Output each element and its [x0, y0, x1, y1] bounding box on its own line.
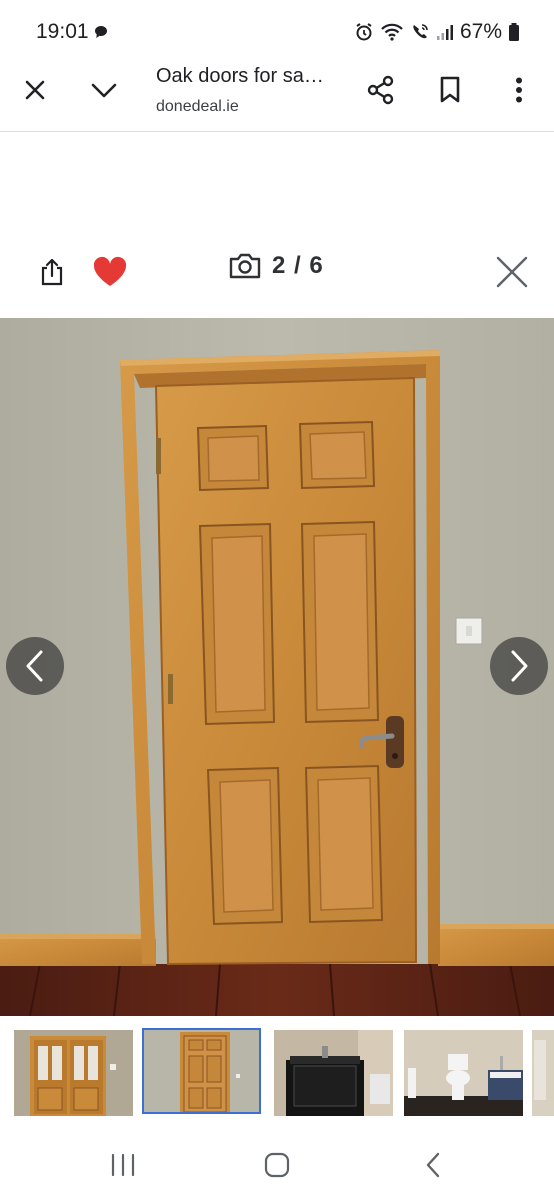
chevron-right-icon	[511, 650, 528, 682]
home-button[interactable]	[257, 1148, 297, 1182]
signal-icon	[436, 23, 454, 41]
thumb-oak-door[interactable]	[142, 1028, 261, 1114]
system-navigation-bar	[0, 1130, 554, 1200]
thumb-glass-double-doors[interactable]	[14, 1030, 133, 1116]
gallery-header: 2 / 6	[0, 240, 554, 306]
bookmark-button[interactable]	[428, 68, 472, 112]
door-photo-illustration	[0, 318, 554, 1016]
wifi-icon	[380, 22, 404, 42]
previous-photo-button[interactable]	[6, 637, 64, 695]
share-button[interactable]	[359, 68, 403, 112]
minimize-button[interactable]	[82, 68, 126, 112]
home-icon	[264, 1152, 290, 1178]
export-icon	[41, 258, 63, 286]
bookmark-icon	[440, 76, 460, 103]
export-share-button[interactable]	[30, 250, 74, 294]
chat-bubble-icon	[94, 25, 108, 44]
battery-icon	[508, 22, 520, 42]
page-title[interactable]: Oak doors for sa…	[156, 65, 346, 88]
favorite-button[interactable]	[88, 250, 132, 294]
heart-icon	[93, 256, 127, 286]
back-button[interactable]	[413, 1148, 453, 1182]
recents-icon	[111, 1153, 135, 1177]
share-icon	[367, 75, 394, 105]
alarm-icon	[354, 22, 374, 42]
status-bar: 19:01 67%	[0, 0, 554, 60]
close-gallery-button[interactable]	[490, 250, 534, 294]
status-icons: 67%	[354, 20, 520, 44]
camera-icon	[229, 253, 261, 279]
recents-button[interactable]	[103, 1148, 143, 1182]
back-icon	[426, 1152, 440, 1178]
thumbnail-strip	[0, 1016, 554, 1130]
battery-percent: 67%	[459, 20, 502, 43]
photo-counter-text: 2 / 6	[272, 252, 324, 279]
close-icon	[496, 256, 528, 288]
main-photo[interactable]	[0, 318, 554, 1016]
next-photo-button[interactable]	[490, 637, 548, 695]
custom-tab-toolbar: Oak doors for sa… donedeal.ie	[0, 60, 554, 132]
thumb-bathroom-vanity[interactable]	[274, 1030, 393, 1116]
status-time: 19:01	[36, 20, 89, 43]
close-button[interactable]	[13, 68, 57, 112]
thumb-partial[interactable]	[532, 1030, 554, 1116]
photo-counter: 2 / 6	[228, 252, 324, 280]
page-domain[interactable]: donedeal.ie	[156, 98, 239, 116]
wifi-call-icon	[410, 22, 430, 42]
thumb-bathroom-toilet[interactable]	[404, 1030, 523, 1116]
close-icon	[25, 80, 45, 100]
chevron-left-icon	[26, 650, 43, 682]
more-button[interactable]	[497, 68, 541, 112]
more-vert-icon	[516, 77, 522, 103]
chevron-down-icon	[91, 83, 117, 98]
